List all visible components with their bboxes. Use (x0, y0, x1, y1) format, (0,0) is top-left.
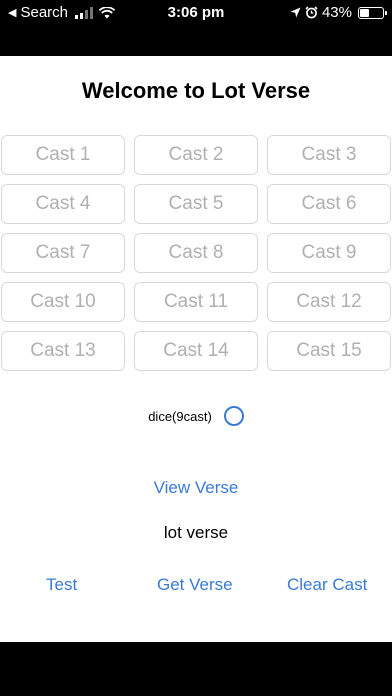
cast-button[interactable]: Cast 7 (1, 233, 125, 273)
cast-button[interactable]: Cast 15 (267, 331, 391, 371)
battery-icon (358, 6, 387, 19)
cast-button[interactable]: Cast 5 (134, 184, 258, 224)
bottom-bar (0, 642, 392, 696)
dice-radio-icon[interactable] (223, 406, 244, 426)
page-title: Welcome to Lot Verse (81, 78, 311, 103)
dice-label: dice(9cast) (148, 408, 212, 424)
verse-text: lot verse (163, 523, 229, 542)
view-verse-button[interactable]: View Verse (0, 478, 392, 498)
cast-button[interactable]: Cast 2 (134, 135, 258, 175)
battery-percent: 43% (321, 4, 352, 21)
cast-button[interactable]: Cast 10 (1, 282, 125, 322)
cast-button[interactable]: Cast 11 (134, 282, 258, 322)
test-button[interactable]: Test (46, 575, 77, 595)
cast-button[interactable]: Cast 8 (134, 233, 258, 273)
clear-cast-button[interactable]: Clear Cast (287, 575, 367, 595)
location-icon (290, 7, 301, 18)
cast-button[interactable]: Cast 14 (134, 331, 258, 371)
cast-button[interactable]: Cast 13 (1, 331, 125, 371)
cast-button[interactable]: Cast 9 (267, 233, 391, 273)
status-right: 43% (290, 4, 387, 21)
dice-option[interactable]: dice(9cast) (0, 406, 392, 426)
cast-button[interactable]: Cast 4 (1, 184, 125, 224)
status-bar: ◀ Search 3:06 pm 43% (0, 0, 392, 56)
cast-button[interactable]: Cast 6 (267, 184, 391, 224)
alarm-icon (305, 6, 318, 19)
cast-button[interactable]: Cast 12 (267, 282, 391, 322)
get-verse-button[interactable]: Get Verse (157, 575, 233, 595)
main-content: Welcome to Lot Verse Cast 1 Cast 2 Cast 3C… (0, 56, 392, 642)
cast-button[interactable]: Cast 1 (1, 135, 125, 175)
cast-button[interactable]: Cast 3 (267, 135, 391, 175)
